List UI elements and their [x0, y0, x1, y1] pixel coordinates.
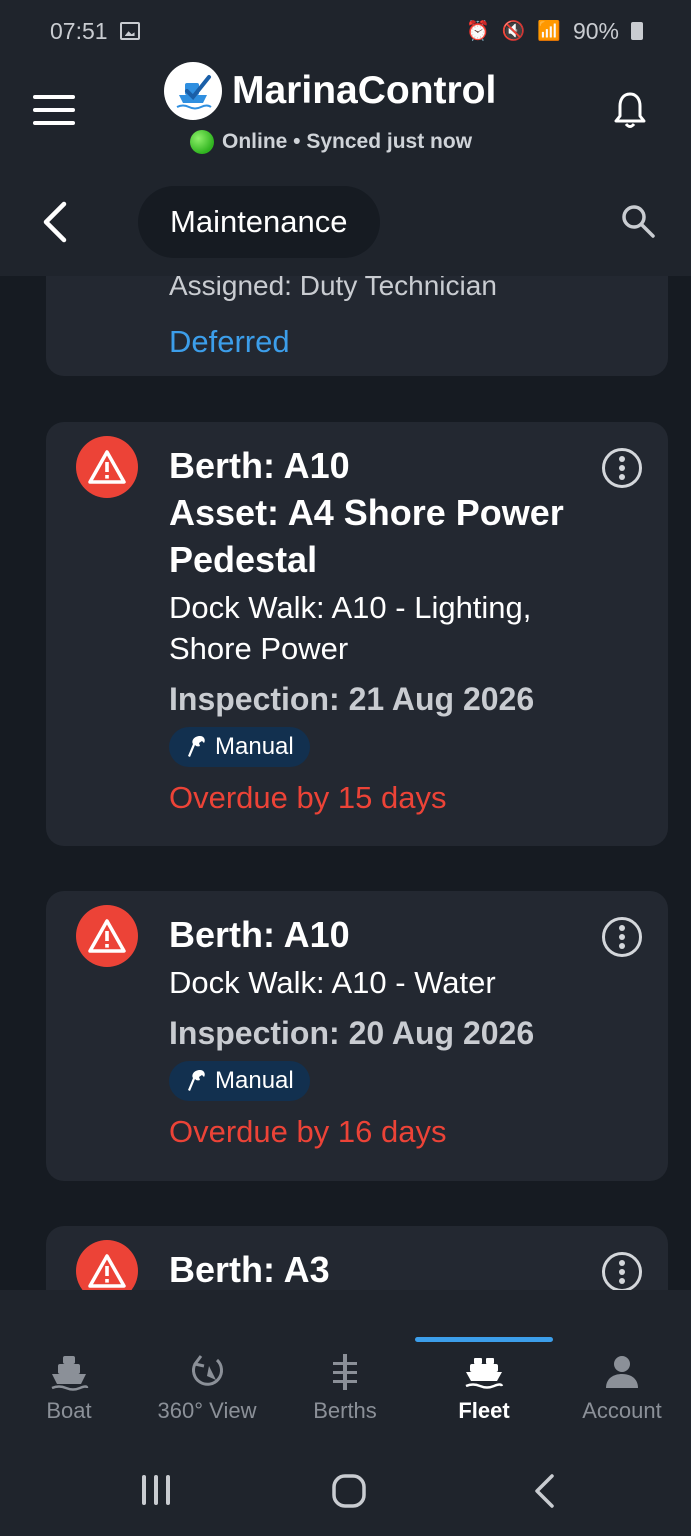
status-bar: 07:51 ⏰ 🔇 📶 90% — [0, 0, 691, 62]
system-back-icon[interactable] — [532, 1473, 556, 1509]
nav-label: Fleet — [458, 1398, 510, 1423]
app-header: MarinaControl Online • Synced just now M… — [0, 62, 691, 276]
warning-icon — [76, 1240, 138, 1290]
more-options-icon[interactable] — [602, 917, 642, 957]
battery-percent: 90% — [572, 17, 619, 44]
maintenance-card[interactable]: Berth: A3 — [46, 1226, 668, 1290]
status-time: 07:51 — [50, 17, 108, 44]
alarm-icon: ⏰ — [465, 21, 490, 42]
task-description: Dock Walk: A10 - Lighting, Shore Power — [169, 590, 532, 666]
overdue-status: Overdue by 15 days — [169, 780, 447, 815]
wrench-icon — [188, 736, 205, 757]
maintenance-card[interactable]: Assigned: Duty Technician Deferred — [46, 276, 668, 376]
warning-icon — [76, 436, 138, 498]
berth-label: Berth: A10 — [169, 445, 350, 486]
app-title: MarinaControl — [232, 69, 497, 112]
status-deferred: Deferred — [169, 324, 290, 359]
assigned-label: Assigned: Duty Technician — [169, 276, 497, 301]
nav-360-view[interactable]: 360° View — [138, 1352, 276, 1438]
online-indicator-icon — [190, 130, 214, 154]
nav-label: 360° View — [157, 1398, 257, 1423]
nav-fleet[interactable]: Fleet — [415, 1352, 553, 1438]
badge-label: Manual — [215, 733, 294, 760]
wrench-icon — [188, 1070, 205, 1091]
section-title[interactable]: Maintenance — [138, 186, 380, 258]
nav-berths[interactable]: Berths — [276, 1352, 414, 1438]
task-description: Dock Walk: A10 - Water — [169, 965, 496, 1000]
berths-icon — [333, 1354, 357, 1390]
panorama-icon — [192, 1355, 223, 1386]
inspection-date: Inspection: 21 Aug 2026 — [169, 681, 535, 717]
manual-badge: Manual — [169, 727, 310, 767]
recent-apps-icon[interactable] — [140, 1473, 172, 1507]
account-icon — [606, 1356, 638, 1388]
maintenance-card[interactable]: Berth: A10 Dock Walk: A10 - Water Inspec… — [46, 891, 668, 1181]
overdue-status: Overdue by 16 days — [169, 1114, 447, 1149]
battery-icon — [631, 22, 643, 40]
boat-icon — [51, 1356, 89, 1391]
nav-label: Account — [582, 1398, 662, 1423]
badge-label: Manual — [215, 1067, 294, 1094]
notifications-bell-icon[interactable] — [612, 90, 648, 130]
mute-icon: 🔇 — [501, 21, 526, 42]
search-icon[interactable] — [620, 203, 656, 239]
manual-badge: Manual — [169, 1061, 310, 1101]
maintenance-card[interactable]: Berth: A10 Asset: A4 Shore Power Pedesta… — [46, 422, 668, 846]
marina-logo-icon — [164, 62, 222, 120]
sync-status: Online • Synced just now — [190, 130, 472, 154]
berth-label: Berth: A10 — [169, 914, 350, 955]
wifi-icon: 📶 — [537, 21, 561, 42]
fleet-icon — [465, 1358, 504, 1389]
nav-boat[interactable]: Boat — [0, 1352, 138, 1438]
berth-label: Berth: A3 — [169, 1249, 330, 1290]
brand: MarinaControl — [164, 62, 496, 120]
back-arrow-icon[interactable] — [40, 200, 70, 244]
more-options-icon[interactable] — [602, 448, 642, 488]
nav-account[interactable]: Account — [553, 1352, 691, 1438]
maintenance-list[interactable]: Assigned: Duty Technician Deferred Berth… — [0, 276, 691, 1290]
sync-status-text: Online • Synced just now — [222, 130, 473, 153]
nav-label: Boat — [46, 1398, 92, 1423]
menu-icon[interactable] — [33, 95, 75, 125]
bottom-navigation: Boat 360° View Berths Fleet Account — [0, 1290, 691, 1438]
system-navigation-bar — [0, 1438, 691, 1536]
home-icon[interactable] — [331, 1473, 367, 1509]
gallery-icon — [119, 22, 140, 40]
more-options-icon[interactable] — [602, 1252, 642, 1290]
warning-icon — [76, 905, 138, 967]
inspection-date: Inspection: 20 Aug 2026 — [169, 1015, 535, 1051]
active-tab-indicator — [415, 1337, 553, 1342]
asset-label: Asset: A4 Shore Power Pedestal — [169, 492, 564, 580]
nav-label: Berths — [313, 1398, 377, 1423]
